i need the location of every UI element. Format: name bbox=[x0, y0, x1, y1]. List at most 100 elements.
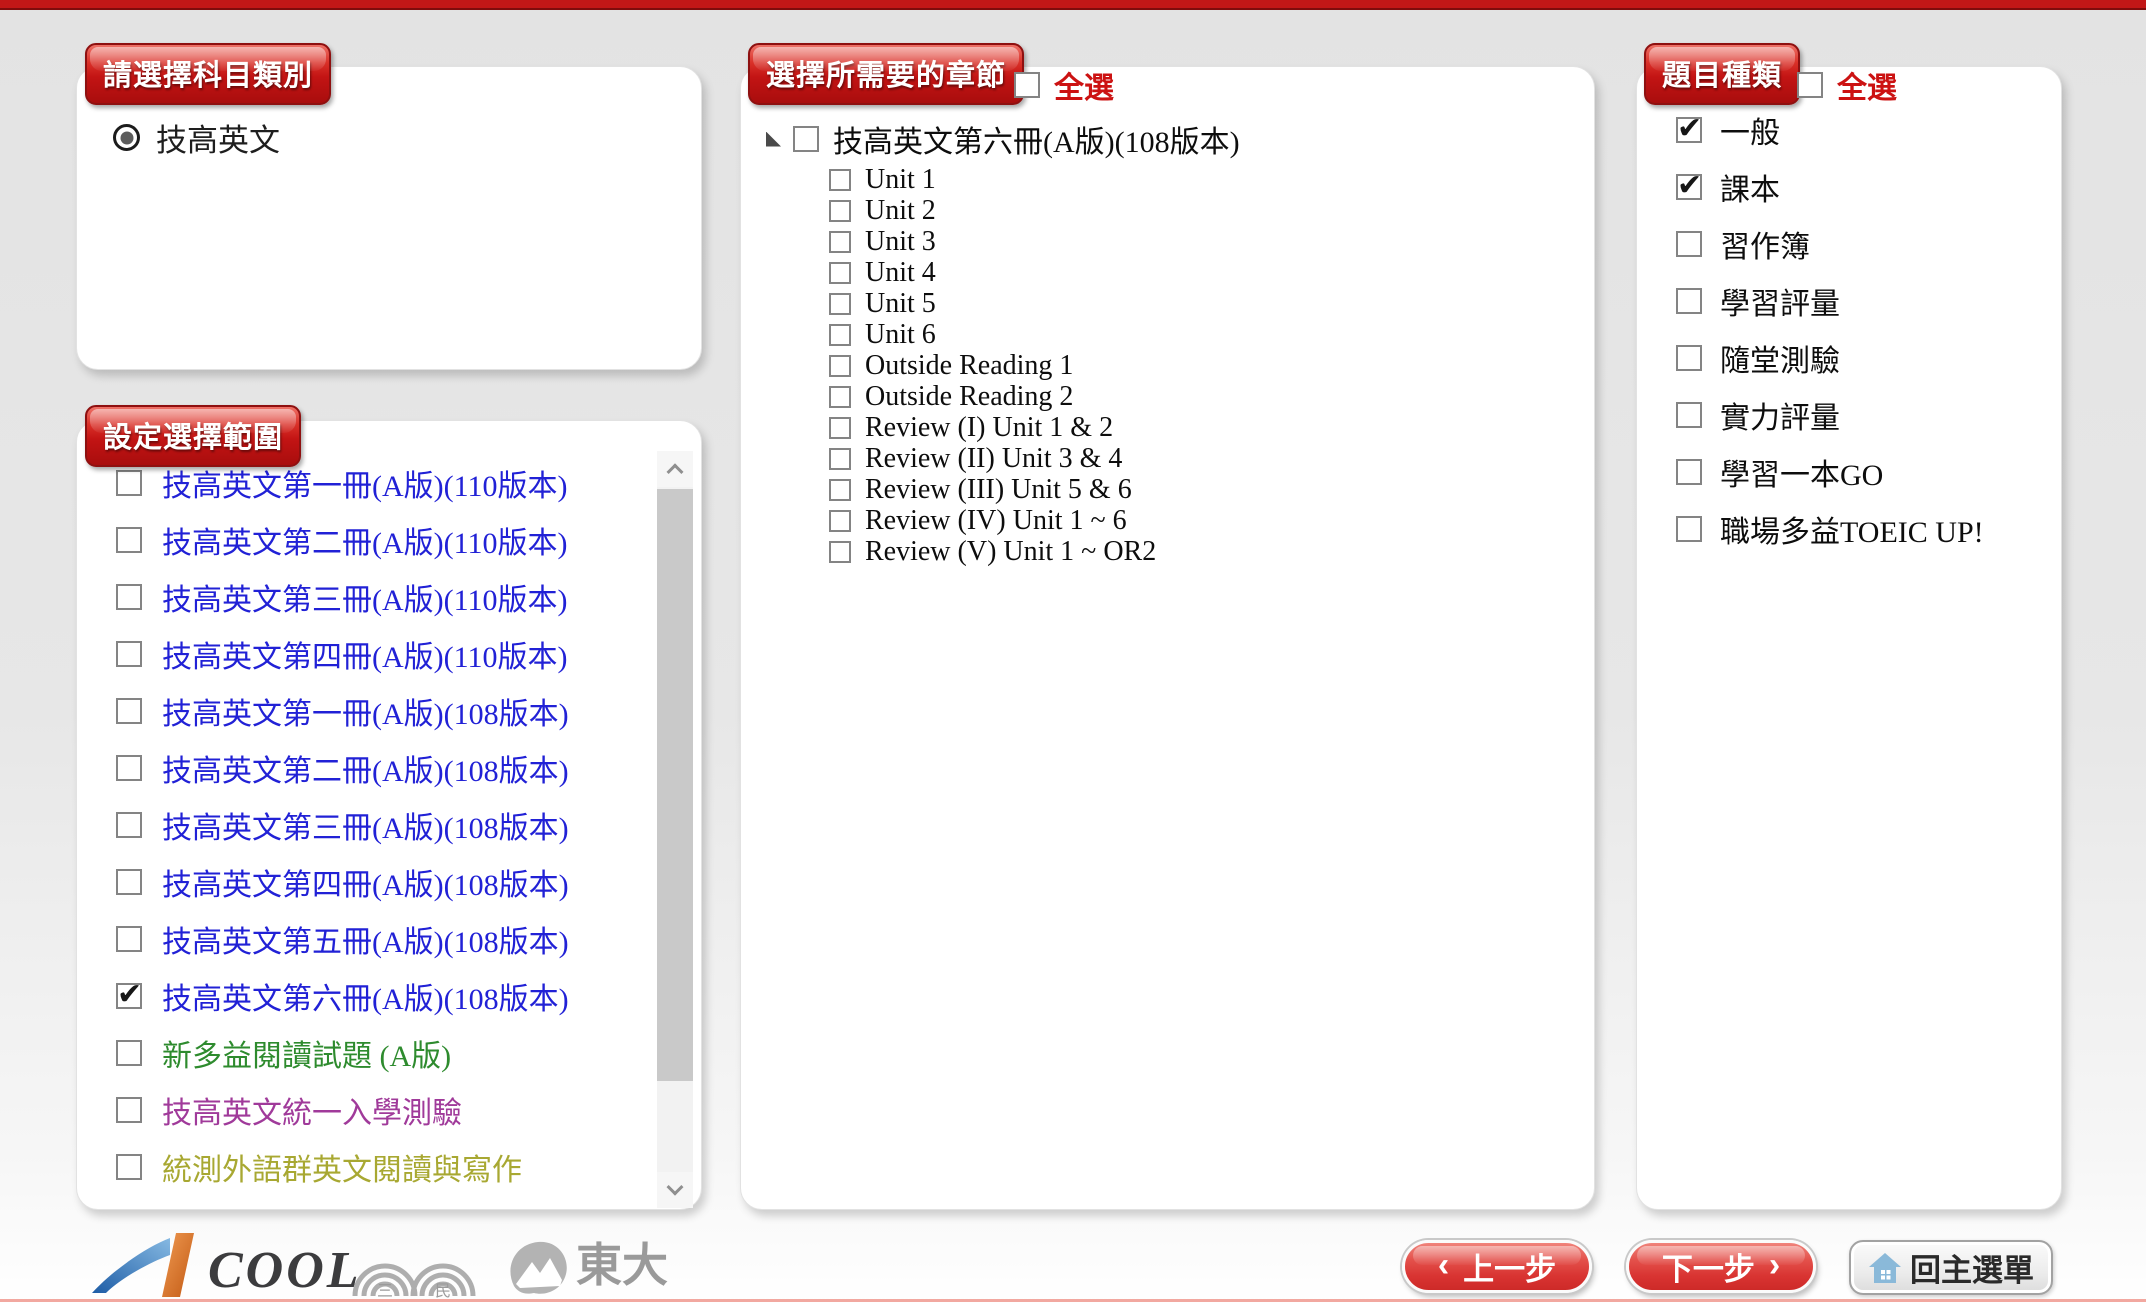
range-list-item[interactable]: 技高英文第二冊(A版)(110版本) bbox=[116, 511, 616, 568]
chapter-item-checkbox[interactable] bbox=[829, 231, 851, 253]
chapter-item-label[interactable]: Review (IV) Unit 1 ~ 6 bbox=[865, 505, 1127, 537]
chapter-item-checkbox[interactable] bbox=[829, 355, 851, 377]
chapter-item-checkbox[interactable] bbox=[829, 169, 851, 191]
chapter-tree-item[interactable]: Unit 6 bbox=[829, 319, 1240, 350]
range-scrollbar[interactable] bbox=[657, 451, 693, 1208]
range-item-label[interactable]: 技高英文第三冊(A版)(110版本) bbox=[162, 575, 568, 619]
range-item-checkbox[interactable] bbox=[116, 641, 142, 667]
range-list-item[interactable]: 技高英文第三冊(A版)(108版本) bbox=[116, 796, 616, 853]
type-list-item[interactable]: 實力評量 bbox=[1676, 386, 1984, 443]
chapter-item-label[interactable]: Unit 5 bbox=[865, 288, 936, 320]
chapter-item-checkbox[interactable] bbox=[829, 262, 851, 284]
chapter-item-label[interactable]: Review (III) Unit 5 & 6 bbox=[865, 474, 1132, 506]
chapter-item-label[interactable]: Review (V) Unit 1 ~ OR2 bbox=[865, 536, 1156, 568]
chapter-item-label[interactable]: Review (I) Unit 1 & 2 bbox=[865, 412, 1113, 444]
chapter-tree-item[interactable]: Review (I) Unit 1 & 2 bbox=[829, 412, 1240, 443]
range-list-item[interactable]: 技高英文第四冊(A版)(108版本) bbox=[116, 853, 616, 910]
range-item-label[interactable]: 技高英文第一冊(A版)(110版本) bbox=[162, 461, 568, 505]
range-list-item[interactable]: 技高英文第五冊(A版)(108版本) bbox=[116, 910, 616, 967]
range-item-label[interactable]: 技高英文第二冊(A版)(110版本) bbox=[162, 518, 568, 562]
type-list-item[interactable]: 習作簿 bbox=[1676, 215, 1984, 272]
type-list-item[interactable]: 一般 bbox=[1676, 101, 1984, 158]
scrollbar-thumb[interactable] bbox=[657, 489, 693, 1081]
type-item-label[interactable]: 職場多益TOEIC UP! bbox=[1720, 507, 1984, 551]
chapter-item-checkbox[interactable] bbox=[829, 293, 851, 315]
subject-option-row[interactable]: 技高英文 bbox=[113, 115, 280, 160]
range-item-label[interactable]: 新多益閱讀試題 (A版) bbox=[162, 1031, 451, 1075]
range-list-item[interactable]: 技高英文第四冊(A版)(110版本) bbox=[116, 625, 616, 682]
chapter-select-all[interactable]: 全選 bbox=[1014, 63, 1114, 107]
type-list-item[interactable]: 課本 bbox=[1676, 158, 1984, 215]
chapter-tree-item[interactable]: Unit 3 bbox=[829, 226, 1240, 257]
scrollbar-down-button[interactable] bbox=[657, 1172, 693, 1208]
range-list-item[interactable]: 技高英文統一入學測驗 bbox=[116, 1081, 616, 1138]
type-list-item[interactable]: 隨堂測驗 bbox=[1676, 329, 1984, 386]
type-item-checkbox[interactable] bbox=[1676, 402, 1702, 428]
range-item-label[interactable]: 技高英文第一冊(A版)(108版本) bbox=[162, 689, 569, 733]
range-list-item[interactable]: 技高英文第三冊(A版)(110版本) bbox=[116, 568, 616, 625]
type-list-item[interactable]: 學習評量 bbox=[1676, 272, 1984, 329]
chapter-item-label[interactable]: Unit 1 bbox=[865, 164, 936, 196]
range-item-checkbox[interactable] bbox=[116, 527, 142, 553]
type-item-label[interactable]: 習作簿 bbox=[1720, 222, 1810, 266]
type-select-all-label[interactable]: 全選 bbox=[1837, 63, 1897, 107]
range-item-checkbox[interactable] bbox=[116, 755, 142, 781]
type-item-checkbox[interactable] bbox=[1676, 288, 1702, 314]
chapter-item-checkbox[interactable] bbox=[829, 417, 851, 439]
type-item-checkbox[interactable] bbox=[1676, 459, 1702, 485]
chapter-item-label[interactable]: Outside Reading 2 bbox=[865, 381, 1073, 413]
type-select-all[interactable]: 全選 bbox=[1797, 63, 1897, 107]
type-item-label[interactable]: 學習一本GO bbox=[1720, 450, 1883, 494]
chapter-tree-item[interactable]: Review (V) Unit 1 ~ OR2 bbox=[829, 536, 1240, 567]
range-item-checkbox[interactable] bbox=[116, 1040, 142, 1066]
subject-radio[interactable] bbox=[113, 124, 140, 151]
chapter-tree-item[interactable]: Unit 1 bbox=[829, 164, 1240, 195]
range-list-item[interactable]: 技高英文第一冊(A版)(108版本) bbox=[116, 682, 616, 739]
subject-radio-label[interactable]: 技高英文 bbox=[156, 115, 280, 160]
chapter-root-label[interactable]: 技高英文第六冊(A版)(108版本) bbox=[833, 117, 1240, 161]
chapter-item-checkbox[interactable] bbox=[829, 448, 851, 470]
type-item-checkbox[interactable] bbox=[1676, 516, 1702, 542]
range-item-label[interactable]: 技高英文統一入學測驗 bbox=[162, 1088, 462, 1132]
type-item-label[interactable]: 隨堂測驗 bbox=[1720, 336, 1840, 380]
home-menu-button[interactable]: 回主選單 bbox=[1849, 1240, 2053, 1295]
range-item-checkbox[interactable] bbox=[116, 584, 142, 610]
chapter-item-checkbox[interactable] bbox=[829, 324, 851, 346]
chapter-tree-item[interactable]: Unit 5 bbox=[829, 288, 1240, 319]
range-item-checkbox[interactable] bbox=[116, 470, 142, 496]
range-item-label[interactable]: 技高英文第四冊(A版)(110版本) bbox=[162, 632, 568, 676]
type-list-item[interactable]: 職場多益TOEIC UP! bbox=[1676, 500, 1984, 557]
range-item-label[interactable]: 統測外語群英文閱讀與寫作 bbox=[162, 1145, 522, 1189]
chapter-tree-item[interactable]: Review (III) Unit 5 & 6 bbox=[829, 474, 1240, 505]
next-step-button[interactable]: 下一步 › bbox=[1626, 1240, 1816, 1293]
chapter-root-checkbox[interactable] bbox=[793, 126, 819, 152]
chapter-tree-item[interactable]: Outside Reading 1 bbox=[829, 350, 1240, 381]
chapter-select-all-checkbox[interactable] bbox=[1014, 72, 1040, 98]
type-item-checkbox[interactable] bbox=[1676, 231, 1702, 257]
type-select-all-checkbox[interactable] bbox=[1797, 72, 1823, 98]
type-list-item[interactable]: 學習一本GO bbox=[1676, 443, 1984, 500]
chapter-item-label[interactable]: Unit 2 bbox=[865, 195, 936, 227]
type-item-checkbox[interactable] bbox=[1676, 174, 1702, 200]
chapter-tree-item[interactable]: Review (II) Unit 3 & 4 bbox=[829, 443, 1240, 474]
type-item-checkbox[interactable] bbox=[1676, 345, 1702, 371]
type-item-label[interactable]: 一般 bbox=[1720, 108, 1780, 152]
range-list-item[interactable]: 新多益閱讀試題 (A版) bbox=[116, 1024, 616, 1081]
chapter-tree-item[interactable]: Outside Reading 2 bbox=[829, 381, 1240, 412]
chapter-item-label[interactable]: Unit 3 bbox=[865, 226, 936, 258]
chapter-item-checkbox[interactable] bbox=[829, 200, 851, 222]
chapter-tree-item[interactable]: Review (IV) Unit 1 ~ 6 bbox=[829, 505, 1240, 536]
type-item-label[interactable]: 課本 bbox=[1720, 165, 1780, 209]
range-item-checkbox[interactable] bbox=[116, 1097, 142, 1123]
chapter-tree-item[interactable]: Unit 4 bbox=[829, 257, 1240, 288]
range-item-label[interactable]: 技高英文第五冊(A版)(108版本) bbox=[162, 917, 569, 961]
range-item-label[interactable]: 技高英文第二冊(A版)(108版本) bbox=[162, 746, 569, 790]
range-item-checkbox[interactable] bbox=[116, 1154, 142, 1180]
chapter-item-checkbox[interactable] bbox=[829, 541, 851, 563]
chapter-item-checkbox[interactable] bbox=[829, 386, 851, 408]
range-item-checkbox[interactable] bbox=[116, 983, 142, 1009]
range-item-label[interactable]: 技高英文第六冊(A版)(108版本) bbox=[162, 974, 569, 1018]
range-item-checkbox[interactable] bbox=[116, 926, 142, 952]
scrollbar-up-button[interactable] bbox=[657, 451, 693, 487]
chapter-item-checkbox[interactable] bbox=[829, 510, 851, 532]
